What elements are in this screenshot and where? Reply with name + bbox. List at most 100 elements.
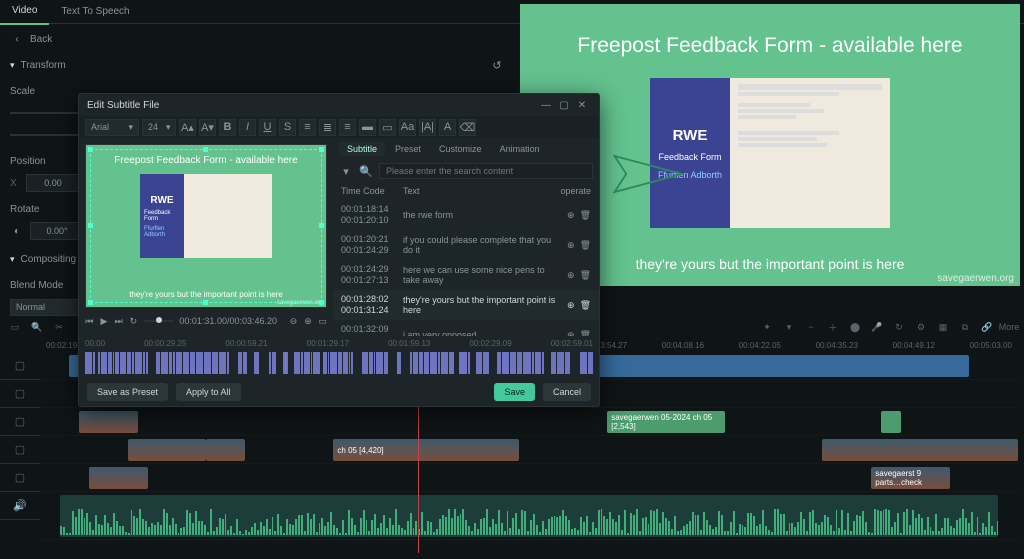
next-sub-icon[interactable]: ⏭ [114,314,123,328]
more-menu[interactable]: More [1002,320,1016,334]
tab-preset[interactable]: Preset [387,142,429,156]
reset-transform-icon[interactable]: ↺ [490,58,504,72]
align-left-icon[interactable]: ≡ [299,119,316,136]
marker-icon[interactable]: ▾ [782,320,796,334]
spacing-icon[interactable]: |A| [419,119,436,136]
link-icon[interactable]: 🔗 [980,320,994,334]
play-icon[interactable]: ▶ [100,314,109,328]
subtitle-wave-strip[interactable]: 00:0000:00:29.25 00:00:59.2100:01:29.17 … [79,336,599,378]
preview-watermark: savegaerwen.org [937,273,1014,284]
position-x-value[interactable]: 0.00 [26,174,80,192]
minimize-icon[interactable]: — [537,96,555,114]
subtitle-row[interactable]: 00:01:20:2100:01:24:29if you could pleas… [333,230,599,260]
chevron-down-icon[interactable]: ▾ [10,60,15,71]
track-header[interactable]: ▢ [0,352,40,380]
zoom-fit-icon[interactable]: ▭ [318,314,327,328]
refresh-icon[interactable]: ↻ [892,320,906,334]
track-header[interactable]: ▢ [0,436,40,464]
delete-sub-icon[interactable]: 🗑 [580,210,591,221]
bold-icon[interactable]: B [219,119,236,136]
record-icon[interactable]: ⬤ [848,320,862,334]
subtitle-search-input[interactable] [379,163,593,179]
layout-icon[interactable]: ▦ [936,320,950,334]
arrow-icon [610,144,700,204]
font-size-select[interactable]: 24▾ [142,119,176,136]
cut-icon[interactable]: ✂ [52,320,66,334]
add-sub-icon[interactable]: ⊕ [567,330,575,337]
tab-subtitle[interactable]: Subtitle [339,142,385,156]
gear-icon[interactable]: ⚙ [914,320,928,334]
tab-animation[interactable]: Animation [492,142,548,156]
track-header[interactable]: ▢ [0,380,40,408]
add-sub-icon[interactable]: ⊕ [567,210,575,221]
volume-slider[interactable] [144,320,174,322]
tab-video[interactable]: Video [0,0,49,25]
delete-sub-icon[interactable]: 🗑 [580,240,591,251]
underline-icon[interactable]: U [259,119,276,136]
color-fill-icon[interactable]: ▬ [359,119,376,136]
selection-box[interactable] [90,149,322,303]
add-sub-icon[interactable]: ⊕ [567,270,575,281]
subtitle-row[interactable]: 00:01:28:0200:01:31:24they're yours but … [333,290,599,320]
track-row: savegaerst 9 parts…check [40,464,1018,492]
rotate-dial-icon[interactable]: ◐ [10,224,24,238]
rotate-value[interactable]: 0.00° [30,222,84,240]
add-sub-icon[interactable]: ⊕ [567,300,575,311]
zoom-in-icon[interactable]: ⊕ [304,314,313,328]
subtitle-preview[interactable]: Freepost Feedback Form - available here … [85,144,327,308]
zoom-out-icon[interactable]: − [804,320,818,334]
mic-icon[interactable]: 🎤 [870,320,884,334]
cancel-button[interactable]: Cancel [543,383,591,401]
size-down-icon[interactable]: A▾ [199,119,216,136]
clear-format-icon[interactable]: ⌫ [459,119,476,136]
cursor-tool-icon[interactable]: ▭ [8,320,22,334]
loop-icon[interactable]: ↻ [129,314,138,328]
case-icon[interactable]: Aa [399,119,416,136]
prev-sub-icon[interactable]: ⏮ [85,314,94,328]
close-icon[interactable]: ✕ [573,96,591,114]
italic-icon[interactable]: I [239,119,256,136]
subtitle-row[interactable]: 00:01:18:1400:01:20:10the rwe form⊕🗑 [333,200,599,230]
track-header[interactable]: 🔊 [0,492,40,520]
size-up-icon[interactable]: A▴ [179,119,196,136]
marker2-icon[interactable]: ⧉ [958,320,972,334]
subtitle-tabs: Subtitle Preset Customize Animation [333,138,599,160]
maximize-icon[interactable]: ▢ [555,96,573,114]
search-icon[interactable]: 🔍 [30,320,44,334]
align-center-icon[interactable]: ≣ [319,119,336,136]
add-sub-icon[interactable]: ⊕ [567,240,575,251]
subtitle-row[interactable]: 00:01:32:0900:01:34:01i am very opposed⊕… [333,320,599,336]
delete-sub-icon[interactable]: 🗑 [580,330,591,337]
label-position: Position [10,156,56,167]
subtitle-playbar: ⏮ ▶ ⏭ ↻ 00:01:31.00/00:03:46.20 ⊖ ⊕ ▭ [85,312,327,330]
delete-sub-icon[interactable]: 🗑 [580,270,591,281]
tab-customize[interactable]: Customize [431,142,490,156]
font-select[interactable]: Arial▾ [85,119,139,136]
playbar-time: 00:01:31.00/00:03:46.20 [179,316,277,326]
delete-sub-icon[interactable]: 🗑 [580,300,591,311]
chevron-down-icon[interactable]: ▾ [10,254,15,265]
border-icon[interactable]: ▭ [379,119,396,136]
save-as-preset-button[interactable]: Save as Preset [87,383,168,401]
subtitle-row[interactable]: 00:01:24:2900:01:27:13here we can use so… [333,260,599,290]
track-header[interactable]: ▢ [0,464,40,492]
track-headers: ▢ ▢ ▢ ▢ ▢ 🔊 [0,352,40,559]
strike-icon[interactable]: S [279,119,296,136]
chevron-down-icon[interactable]: ▾ [339,164,353,178]
section-transform: Transform [21,60,66,71]
modal-titlebar[interactable]: Edit Subtitle File — ▢ ✕ [79,94,599,116]
align-right-icon[interactable]: ≡ [339,119,356,136]
save-button[interactable]: Save [494,383,535,401]
tab-tts[interactable]: Text To Speech [49,0,141,24]
preview-title-text: Freepost Feedback Form - available here [577,34,962,58]
text-color-icon[interactable]: A [439,119,456,136]
zoom-in-icon[interactable]: ＋ [826,320,840,334]
track-header[interactable]: ▢ [0,408,40,436]
subtitle-list[interactable]: 00:01:18:1400:01:20:10the rwe form⊕🗑00:0… [333,200,599,336]
modal-title: Edit Subtitle File [87,100,159,111]
back-label: Back [30,34,52,45]
apply-to-all-button[interactable]: Apply to All [176,383,241,401]
back-icon[interactable]: ‹ [10,32,24,46]
zoom-out-icon[interactable]: ⊖ [289,314,298,328]
sparkle-icon[interactable]: ✦ [760,320,774,334]
